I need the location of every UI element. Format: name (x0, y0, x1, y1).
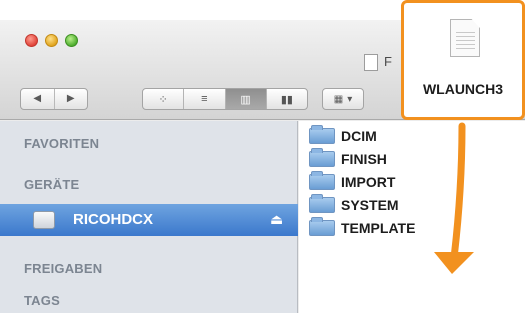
column-view-button[interactable]: ▥ (224, 89, 266, 109)
chevron-down-icon: ▾ (347, 93, 353, 105)
folder-name: FINISH (341, 151, 387, 167)
document-icon (450, 19, 480, 57)
file-name: WLAUNCH3 (422, 81, 504, 97)
file-list: DCIM FINISH IMPORT SYSTEM TEMPLATE (299, 121, 525, 313)
folder-title-icon (364, 54, 378, 71)
folder-name: DCIM (341, 128, 377, 144)
arrange-button[interactable]: ▦ ▾ (322, 88, 364, 110)
zoom-window-button[interactable] (65, 34, 78, 47)
folder-icon (309, 171, 335, 190)
back-forward-buttons: ◀ ▶ (20, 88, 88, 110)
sidebar-item-label: RICOHDCX (73, 211, 154, 228)
folder-icon (309, 217, 335, 236)
window-title: F (384, 54, 392, 69)
list-item[interactable]: SYSTEM (309, 194, 399, 215)
list-item[interactable]: FINISH (309, 148, 387, 169)
sidebar-section-favorites: FAVORITEN (24, 136, 100, 151)
grid-arrange-icon: ▦ (333, 93, 344, 105)
list-item[interactable]: TEMPLATE (309, 217, 416, 238)
eject-icon[interactable]: ⏏ (270, 211, 283, 228)
list-item[interactable]: IMPORT (309, 171, 396, 192)
sidebar-section-shared: FREIGABEN (24, 261, 103, 276)
back-arrow-icon[interactable]: ◀ (21, 89, 54, 109)
list-view-button[interactable]: ≡ (183, 89, 224, 109)
drive-icon (33, 211, 55, 229)
coverflow-view-button[interactable]: ▮▮ (265, 89, 307, 109)
sidebar: FAVORITEN GERÄTE RICOHDCX ⏏ FREIGABEN TA… (0, 121, 298, 313)
minimize-window-button[interactable] (45, 34, 58, 47)
view-mode-selector: ⁘ ≡ ▥ ▮▮ (142, 88, 308, 110)
folder-icon (309, 125, 335, 144)
folder-icon (309, 194, 335, 213)
sidebar-section-tags: TAGS (24, 293, 60, 308)
list-item[interactable]: DCIM (309, 125, 377, 146)
sidebar-section-devices: GERÄTE (24, 177, 80, 192)
sidebar-item-device[interactable]: RICOHDCX ⏏ (0, 204, 298, 236)
forward-arrow-icon[interactable]: ▶ (53, 89, 88, 109)
dragged-file-callout[interactable]: WLAUNCH3 (401, 0, 525, 120)
close-window-button[interactable] (25, 34, 38, 47)
folder-name: IMPORT (341, 174, 396, 190)
folder-icon (309, 148, 335, 167)
folder-name: SYSTEM (341, 197, 399, 213)
folder-name: TEMPLATE (341, 220, 416, 236)
icon-view-button[interactable]: ⁘ (143, 89, 183, 109)
